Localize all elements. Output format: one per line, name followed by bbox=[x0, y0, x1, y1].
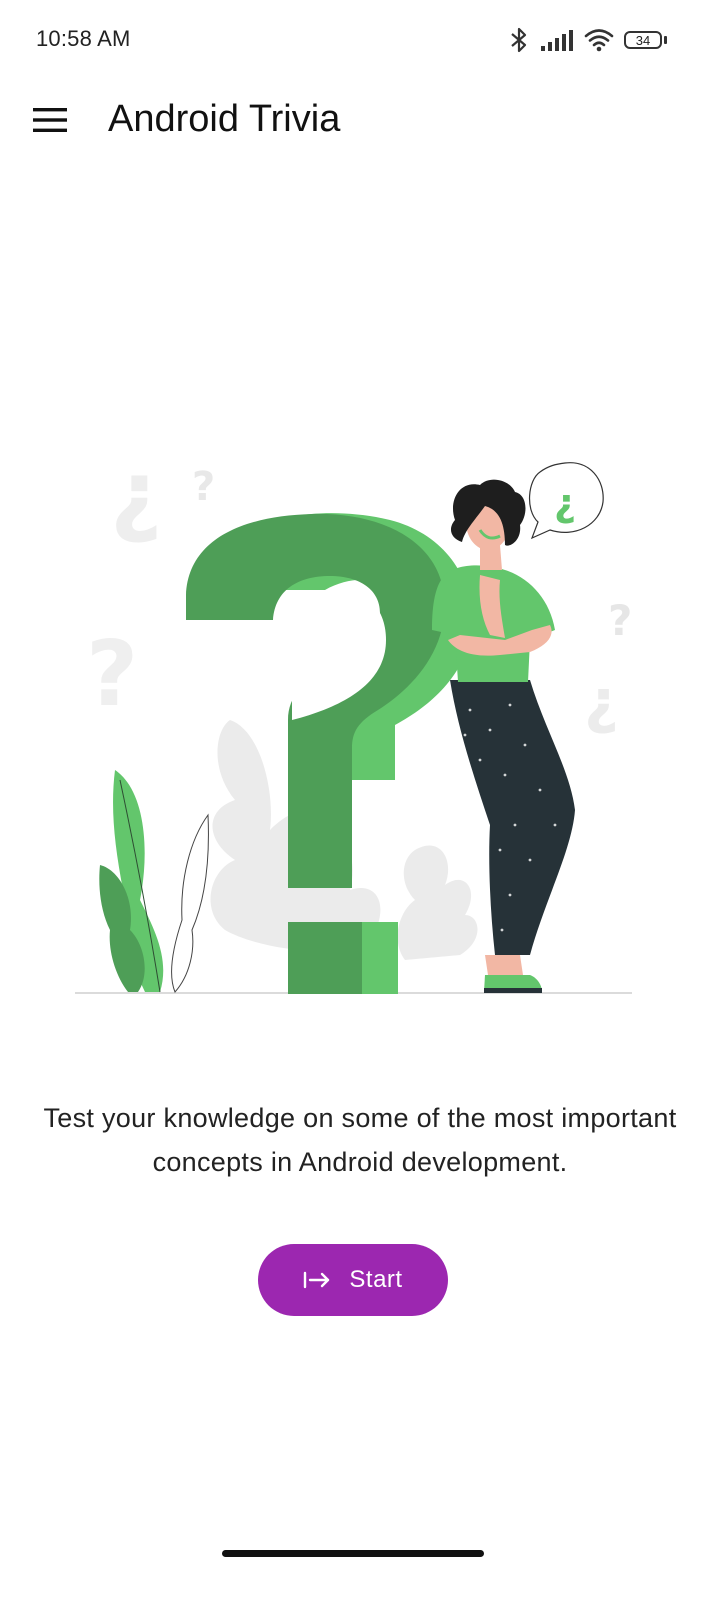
faint-inverted-question-icon: ¿ bbox=[584, 667, 619, 737]
thought-bubble: ¿ bbox=[529, 462, 604, 540]
status-bar: 10:58 AM 34 bbox=[0, 0, 720, 80]
signal-icon bbox=[540, 28, 574, 52]
faint-inverted-question-icon: ¿ bbox=[110, 442, 162, 547]
faint-question-icon: ? bbox=[86, 622, 138, 727]
status-time: 10:58 AM bbox=[36, 26, 131, 51]
wifi-icon bbox=[584, 28, 614, 52]
bluetooth-icon bbox=[508, 26, 530, 54]
faint-question-icon: ? bbox=[608, 596, 632, 645]
battery-level: 34 bbox=[635, 32, 651, 48]
arrow-right-to-line-icon bbox=[304, 1271, 330, 1289]
faint-question-icon: ? bbox=[192, 464, 215, 510]
gesture-navigation-bar[interactable] bbox=[222, 1550, 484, 1557]
app-bar: Android Trivia bbox=[0, 80, 720, 164]
trivia-illustration: ¿ ? ? ? ¿ ¿ bbox=[60, 430, 660, 1010]
battery-icon: 34 bbox=[624, 29, 668, 51]
status-icons: 34 bbox=[508, 22, 668, 58]
hamburger-menu-icon bbox=[33, 108, 67, 132]
description-text: Test your knowledge on some of the most … bbox=[43, 1103, 677, 1177]
navigation-menu-button[interactable] bbox=[26, 96, 74, 144]
app-title: Android Trivia bbox=[108, 98, 341, 140]
plant bbox=[99, 770, 209, 993]
bubble-question-icon: ¿ bbox=[554, 481, 576, 525]
start-button[interactable]: Start bbox=[258, 1244, 448, 1316]
start-button-label: Start bbox=[349, 1266, 403, 1293]
